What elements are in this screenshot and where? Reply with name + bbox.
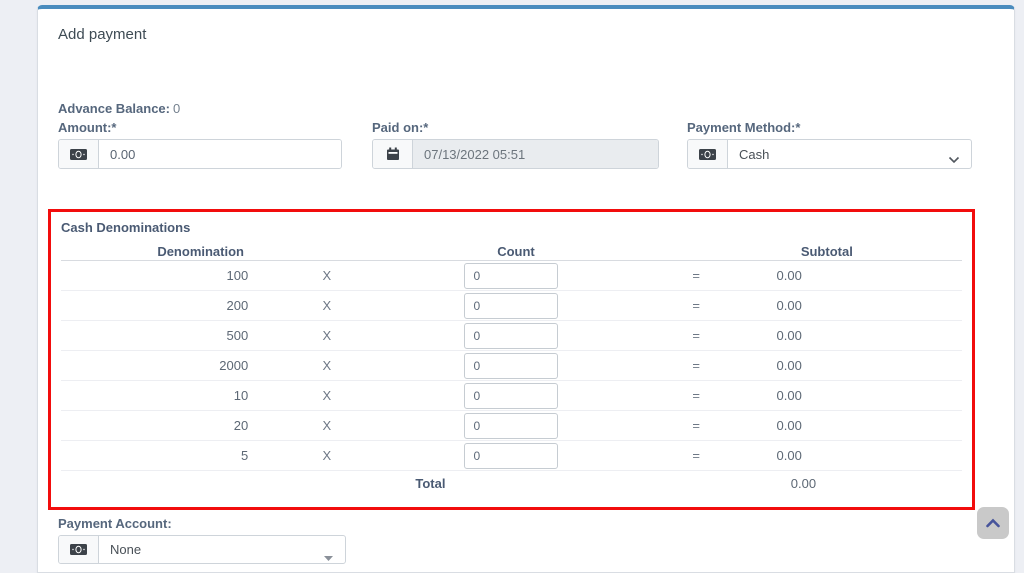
subtotal-value: 0.00	[773, 448, 962, 463]
denomination-value: 2000	[61, 358, 250, 373]
count-input[interactable]	[464, 323, 558, 349]
count-input[interactable]	[464, 293, 558, 319]
denomination-row: 20 X = 0.00	[61, 411, 962, 441]
denominations-table-body: 100 X = 0.00 200 X = 0.00 500 X = 0.00 2…	[61, 261, 962, 471]
paid-on-input-group	[372, 139, 659, 169]
total-value: 0.00	[791, 476, 816, 491]
money-icon	[688, 140, 728, 168]
subtotal-value: 0.00	[773, 388, 962, 403]
payment-account-value: None	[99, 536, 345, 563]
equals-symbol: =	[620, 358, 773, 373]
denomination-row: 200 X = 0.00	[61, 291, 962, 321]
denomination-value: 20	[61, 418, 250, 433]
count-input[interactable]	[464, 353, 558, 379]
amount-label: Amount:*	[58, 120, 117, 135]
multiply-symbol: X	[250, 268, 403, 283]
total-label: Total	[415, 476, 445, 491]
payment-method-select[interactable]: Cash	[687, 139, 972, 169]
denomination-row: 500 X = 0.00	[61, 321, 962, 351]
chevron-up-icon	[986, 516, 1000, 531]
count-input[interactable]	[464, 263, 558, 289]
advance-balance-value: 0	[173, 101, 180, 116]
chevron-down-icon	[948, 151, 960, 169]
payment-method-value: Cash	[728, 140, 971, 168]
equals-symbol: =	[620, 328, 773, 343]
advance-balance-label: Advance Balance:	[58, 101, 170, 116]
money-icon	[59, 140, 99, 168]
caret-down-icon	[324, 548, 333, 564]
denomination-value: 10	[61, 388, 250, 403]
equals-symbol: =	[620, 388, 773, 403]
denominations-table-header: Denomination Count Subtotal	[61, 242, 962, 261]
equals-symbol: =	[620, 448, 773, 463]
denomination-value: 100	[61, 268, 250, 283]
advance-balance: Advance Balance:0	[58, 101, 180, 116]
subtotal-column-header: Subtotal	[692, 244, 962, 259]
money-icon	[59, 536, 99, 563]
calendar-icon	[373, 140, 413, 168]
multiply-symbol: X	[250, 418, 403, 433]
payment-account-select[interactable]: None	[58, 535, 346, 564]
denomination-column-header: Denomination	[61, 244, 340, 259]
count-column-header: Count	[340, 244, 691, 259]
page-title: Add payment	[58, 26, 146, 43]
equals-symbol: =	[620, 268, 773, 283]
equals-symbol: =	[620, 418, 773, 433]
multiply-symbol: X	[250, 448, 403, 463]
multiply-symbol: X	[250, 358, 403, 373]
denomination-value: 200	[61, 298, 250, 313]
cash-denominations-title: Cash Denominations	[61, 220, 962, 236]
total-row: Total 0.00	[61, 471, 962, 497]
subtotal-value: 0.00	[773, 358, 962, 373]
denomination-value: 500	[61, 328, 250, 343]
amount-input-group	[58, 139, 342, 169]
amount-input[interactable]	[99, 140, 341, 168]
denomination-row: 2000 X = 0.00	[61, 351, 962, 381]
denomination-value: 5	[61, 448, 250, 463]
equals-symbol: =	[620, 298, 773, 313]
scroll-to-top-button[interactable]	[977, 507, 1009, 539]
count-input[interactable]	[464, 413, 558, 439]
multiply-symbol: X	[250, 298, 403, 313]
subtotal-value: 0.00	[773, 418, 962, 433]
subtotal-value: 0.00	[773, 268, 962, 283]
denomination-row: 10 X = 0.00	[61, 381, 962, 411]
denomination-row: 100 X = 0.00	[61, 261, 962, 291]
cash-denominations-section: Cash Denominations Denomination Count Su…	[48, 209, 975, 510]
count-input[interactable]	[464, 443, 558, 469]
paid-on-input[interactable]	[413, 140, 658, 168]
paid-on-label: Paid on:*	[372, 120, 428, 135]
count-input[interactable]	[464, 383, 558, 409]
payment-method-label: Payment Method:*	[687, 120, 800, 135]
subtotal-value: 0.00	[773, 328, 962, 343]
multiply-symbol: X	[250, 388, 403, 403]
denomination-row: 5 X = 0.00	[61, 441, 962, 471]
multiply-symbol: X	[250, 328, 403, 343]
subtotal-value: 0.00	[773, 298, 962, 313]
add-payment-card: Add payment Advance Balance:0 Amount:* P…	[37, 5, 1015, 573]
payment-account-label: Payment Account:	[58, 516, 172, 531]
